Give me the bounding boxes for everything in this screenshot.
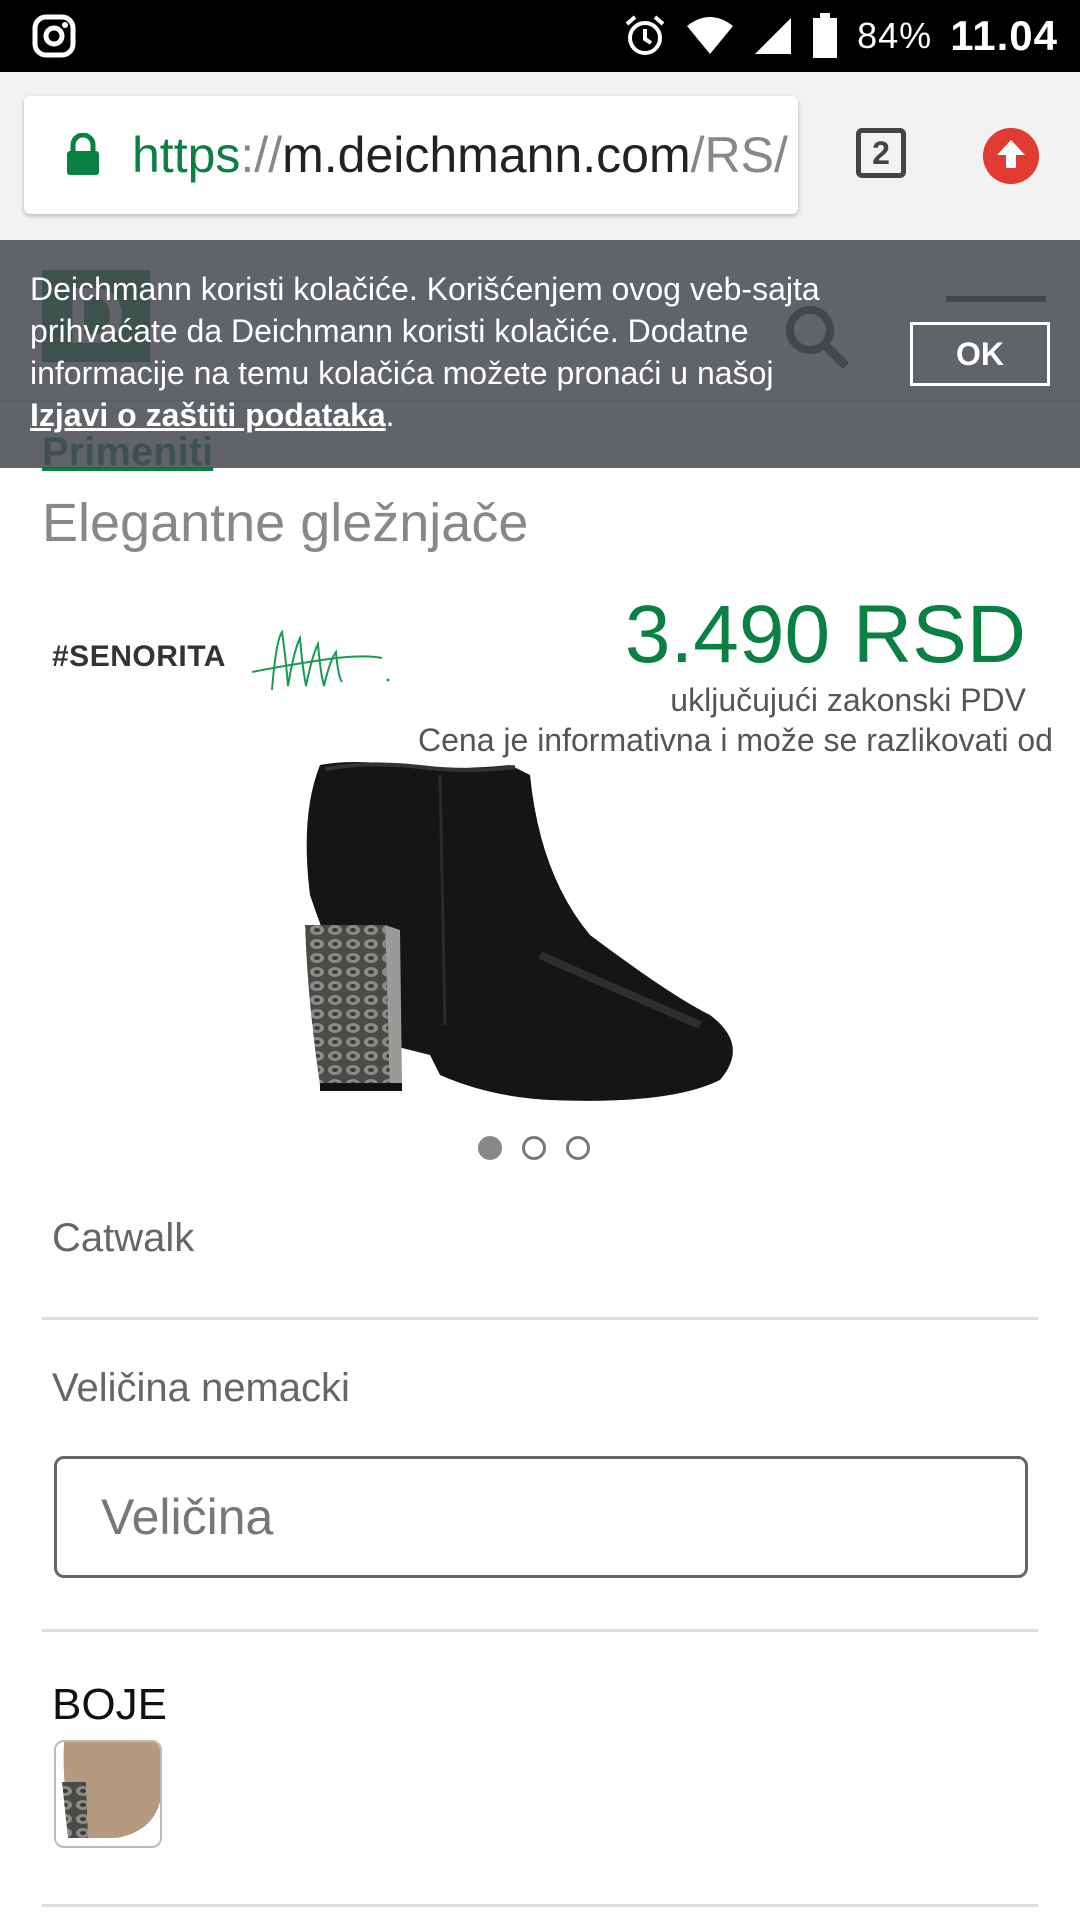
clock-time: 11.04 <box>950 12 1058 59</box>
browser-toolbar: https://m.deichmann.com/RS/ 2 <box>0 72 1080 240</box>
product-price: 3.490 RSD <box>624 589 1026 680</box>
divider <box>42 1317 1038 1320</box>
cookie-text: Deichmann koristi kolačiće. Korišćenjem … <box>30 268 860 436</box>
pagination-dot-2[interactable] <box>522 1136 546 1160</box>
brand-name: #SENORITA <box>52 640 226 673</box>
signal-icon <box>755 18 792 54</box>
battery-percent: 84% <box>857 15 933 56</box>
pagination-dot-3[interactable] <box>566 1136 590 1160</box>
product-title: Elegantne gležnjače <box>42 493 529 553</box>
cookie-message: Deichmann koristi kolačiće. Korišćenjem … <box>30 271 820 391</box>
color-swatch-beige[interactable] <box>54 1740 162 1848</box>
url-path: /RS/ <box>690 127 788 183</box>
brand-logo: #SENORITA <box>52 620 412 710</box>
update-icon[interactable] <box>983 128 1039 184</box>
brand-signature <box>251 629 390 691</box>
cookie-ok-button[interactable]: OK <box>910 322 1050 386</box>
privacy-statement-link[interactable]: Izjavi o zaštiti podataka <box>30 397 386 433</box>
cookie-tail: . <box>385 397 395 433</box>
url-separator: :// <box>240 127 283 183</box>
size-select[interactable]: Veličina <box>54 1456 1028 1578</box>
instagram-icon <box>32 14 76 58</box>
image-pagination <box>478 1136 590 1160</box>
url-scheme: https <box>132 127 241 183</box>
alarm-icon <box>625 15 665 55</box>
battery-icon <box>813 13 838 58</box>
cookie-banner: Deichmann koristi kolačiće. Korišćenjem … <box>0 240 1080 468</box>
product-image[interactable] <box>290 755 790 1125</box>
divider <box>42 1904 1038 1907</box>
colors-heading: BOJE <box>52 1680 167 1729</box>
vat-note: uključujući zakonski PDV <box>670 682 1026 718</box>
tab-switcher-button[interactable]: 2 <box>856 128 906 178</box>
divider <box>42 1629 1038 1632</box>
url-host: m.deichmann.com <box>282 127 691 183</box>
wifi-icon <box>687 17 734 54</box>
status-bar: 84% 11.04 <box>0 0 1080 72</box>
pagination-dot-1[interactable] <box>478 1136 502 1160</box>
url-text: https://m.deichmann.com/RS/ <box>132 126 788 184</box>
price-disclaimer: Cena je informativna i može se razlikova… <box>418 722 1053 758</box>
lock-icon <box>67 133 99 175</box>
size-label: Veličina nemacki <box>52 1366 350 1410</box>
collection-label: Catwalk <box>52 1216 195 1260</box>
address-bar[interactable]: https://m.deichmann.com/RS/ <box>24 96 798 214</box>
